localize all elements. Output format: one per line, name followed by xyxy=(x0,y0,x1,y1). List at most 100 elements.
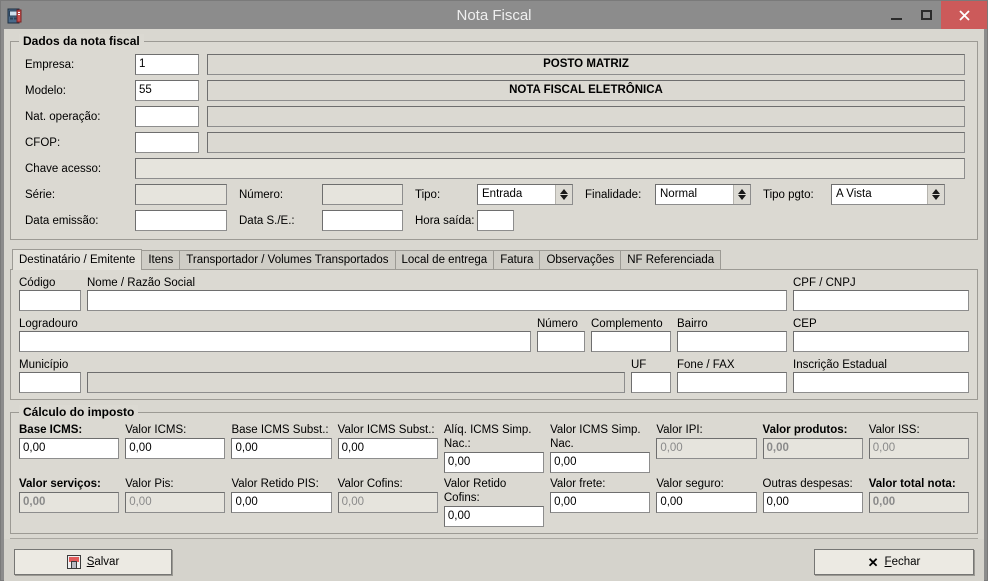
valor-icms-simp-nac-input[interactable]: 0,00 xyxy=(550,452,651,473)
nome-razao-social-input[interactable] xyxy=(87,290,787,311)
cep-label: CEP xyxy=(793,318,817,330)
base-icms-input[interactable]: 0,00 xyxy=(19,438,120,459)
valor-produtos-field: Valor produtos: 0,00 xyxy=(762,423,863,473)
inscricao-estadual-label: Inscrição Estadual xyxy=(793,359,887,371)
logradouro-input[interactable] xyxy=(19,331,531,352)
data-se-input[interactable] xyxy=(322,210,403,231)
uf-label: UF xyxy=(631,359,647,371)
valor-icms-subst-input[interactable]: 0,00 xyxy=(337,438,438,459)
tipo-pgto-label: Tipo pgto: xyxy=(763,188,814,201)
nat-operacao-row: Nat. operação: xyxy=(25,106,965,127)
tipo-spinner-icon[interactable] xyxy=(555,185,572,204)
save-button-label: Salvar xyxy=(87,556,120,568)
close-button[interactable] xyxy=(941,1,987,29)
tab-nf-referenciada[interactable]: NF Referenciada xyxy=(620,250,722,270)
bairro-input[interactable] xyxy=(677,331,787,352)
tab-transportador[interactable]: Transportador / Volumes Transportados xyxy=(179,250,396,270)
tab-destinatario-emitente[interactable]: Destinatário / Emitente xyxy=(12,249,143,270)
tipo-select[interactable]: Entrada xyxy=(477,184,573,205)
valor-ipi-field: Valor IPI: 0,00 xyxy=(656,423,757,473)
base-icms-label: Base ICMS: xyxy=(19,424,83,436)
valor-seguro-field: Valor seguro: 0,00 xyxy=(656,477,757,527)
numero-input[interactable] xyxy=(322,184,403,205)
numero-label: Número: xyxy=(239,188,284,201)
fone-fax-input[interactable] xyxy=(677,372,787,393)
valor-cofins-input: 0,00 xyxy=(337,492,438,513)
valor-icms-input[interactable]: 0,00 xyxy=(125,438,226,459)
valor-servicos-field: Valor serviços: 0,00 xyxy=(19,477,120,527)
serie-input[interactable] xyxy=(135,184,227,205)
nat-operacao-name-display xyxy=(207,106,965,127)
cfop-code-input[interactable] xyxy=(135,132,199,153)
municipio-code-input[interactable] xyxy=(19,372,81,393)
client-area: Dados da nota fiscal Empresa: 1 POSTO MA… xyxy=(4,29,984,581)
cfop-row: CFOP: xyxy=(25,132,965,153)
x-icon: ✕ xyxy=(867,554,879,570)
codigo-input[interactable] xyxy=(19,290,81,311)
numero-endereco-field: Número xyxy=(537,317,585,352)
empresa-code-input[interactable]: 1 xyxy=(135,54,199,75)
valor-produtos-input: 0,00 xyxy=(762,438,863,459)
hora-saida-input[interactable] xyxy=(477,210,514,231)
tab-itens[interactable]: Itens xyxy=(141,250,181,270)
chave-acesso-row: Chave acesso: xyxy=(25,158,965,179)
tab-observacoes[interactable]: Observações xyxy=(539,250,622,270)
serie-numero-tipo-row: Série: Número: Tipo: Entrada Finalidade:… xyxy=(25,184,965,205)
cfop-label: CFOP: xyxy=(25,136,61,149)
minimize-button[interactable] xyxy=(881,1,911,29)
base-icms-field: Base ICMS: 0,00 xyxy=(19,423,120,473)
inscricao-estadual-input[interactable] xyxy=(793,372,969,393)
valor-seguro-label: Valor seguro: xyxy=(656,478,724,490)
chave-acesso-input[interactable] xyxy=(135,158,965,179)
finalidade-spinner-icon[interactable] xyxy=(733,185,750,204)
base-icms-subst-input[interactable]: 0,00 xyxy=(231,438,332,459)
finalidade-select[interactable]: Normal xyxy=(655,184,751,205)
datas-row: Data emissão: Data S./E.: Hora saída: xyxy=(25,210,965,231)
fone-fax-label: Fone / FAX xyxy=(677,359,735,371)
imposto-row-1: Base ICMS: 0,00 Valor ICMS: 0,00 Base IC… xyxy=(19,423,969,473)
nat-operacao-code-input[interactable] xyxy=(135,106,199,127)
complemento-input[interactable] xyxy=(591,331,671,352)
data-emissao-input[interactable] xyxy=(135,210,227,231)
save-button[interactable]: Salvar xyxy=(14,549,172,575)
numero-endereco-input[interactable] xyxy=(537,331,585,352)
close-form-button[interactable]: ✕ Fechar xyxy=(814,549,974,575)
municipio-label: Município xyxy=(19,359,69,371)
cpf-cnpj-input[interactable] xyxy=(793,290,969,311)
numero-endereco-label: Número xyxy=(537,318,578,330)
close-accel: F xyxy=(884,556,892,568)
outras-despesas-field: Outras despesas: 0,00 xyxy=(762,477,863,527)
tab-strip: Destinatário / Emitente Itens Transporta… xyxy=(10,249,978,270)
outras-despesas-input[interactable]: 0,00 xyxy=(762,492,863,513)
tab-fatura[interactable]: Fatura xyxy=(493,250,541,270)
tipo-pgto-spinner-icon[interactable] xyxy=(927,185,944,204)
valor-seguro-input[interactable]: 0,00 xyxy=(656,492,757,513)
destinatario-row-3: Município UF Fone / FAX Inscrição Estadu… xyxy=(19,358,969,393)
uf-input[interactable] xyxy=(631,372,671,393)
nota-fiscal-app-icon xyxy=(7,8,23,24)
floppy-disk-icon xyxy=(66,555,81,569)
valor-total-nota-field: Valor total nota: 0,00 xyxy=(868,477,969,527)
valor-cofins-label: Valor Cofins: xyxy=(337,478,403,490)
cep-input[interactable] xyxy=(793,331,969,352)
valor-retido-pis-input[interactable]: 0,00 xyxy=(231,492,332,513)
footer-bar: Salvar ✕ Fechar xyxy=(4,539,984,581)
valor-icms-subst-label: Valor ICMS Subst.: xyxy=(337,424,435,436)
maximize-icon xyxy=(920,10,932,20)
tab-local-entrega[interactable]: Local de entrega xyxy=(394,250,495,270)
aliq-icms-simp-nac-input[interactable]: 0,00 xyxy=(443,452,545,473)
valor-total-nota-input: 0,00 xyxy=(868,492,969,513)
valor-cofins-field: Valor Cofins: 0,00 xyxy=(337,477,438,527)
tipo-pgto-select[interactable]: A Vista xyxy=(831,184,945,205)
tab-label: Destinatário / Emitente xyxy=(19,254,136,266)
nome-razao-social-field: Nome / Razão Social xyxy=(87,276,787,311)
codigo-label: Código xyxy=(19,277,56,289)
maximize-button[interactable] xyxy=(911,1,941,29)
valor-retido-cofins-input[interactable]: 0,00 xyxy=(443,506,545,527)
valor-retido-cofins-label: Valor Retido Cofins: xyxy=(443,478,507,504)
modelo-code-input[interactable]: 55 xyxy=(135,80,199,101)
cfop-name-display xyxy=(207,132,965,153)
valor-frete-input[interactable]: 0,00 xyxy=(550,492,651,513)
bairro-label: Bairro xyxy=(677,318,708,330)
modelo-row: Modelo: 55 NOTA FISCAL ELETRÔNICA xyxy=(25,80,965,101)
